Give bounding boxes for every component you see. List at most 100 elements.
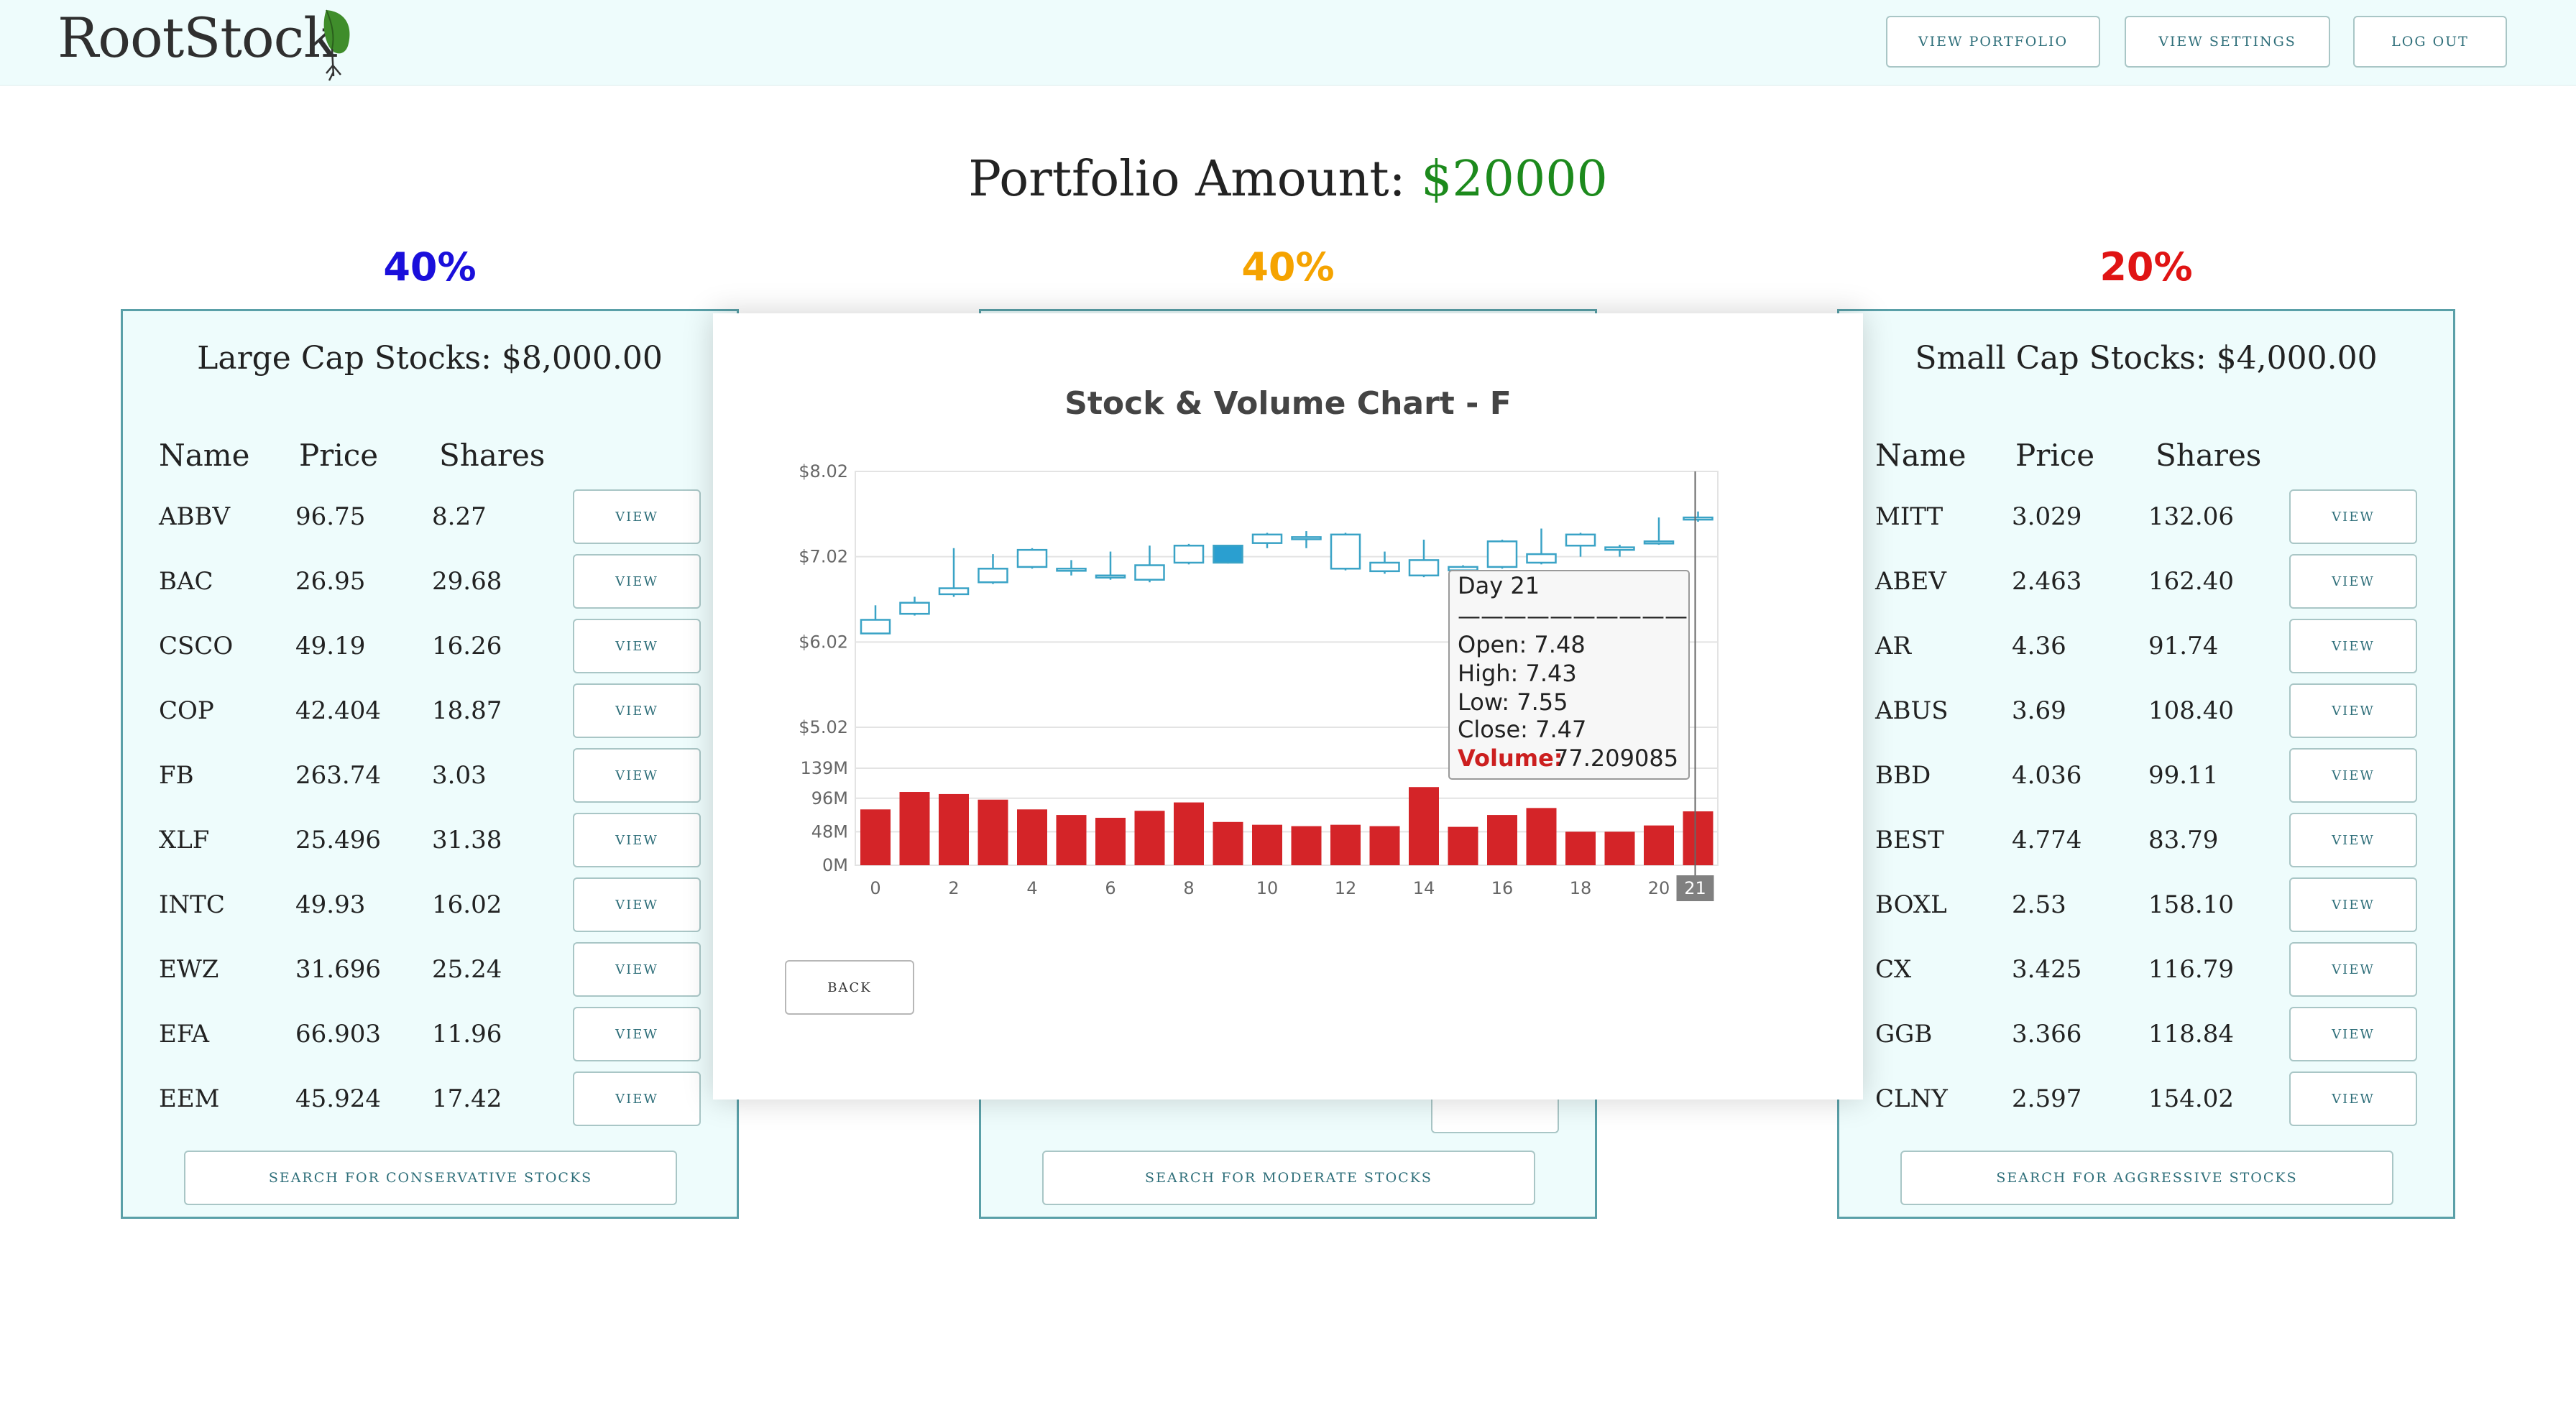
column-price: Price [2015, 438, 2095, 473]
mid-cap-allocation: 40% [1241, 244, 1335, 290]
stock-shares: 29.68 [432, 567, 502, 596]
candle-body [1604, 546, 1635, 551]
volume-bar [939, 793, 969, 865]
table-row: BEST 4.774 83.79 VIEW [1839, 813, 2453, 870]
view-button[interactable]: VIEW [573, 554, 701, 609]
candle-body [1213, 544, 1243, 564]
candle-body [1251, 533, 1283, 544]
candle-body [860, 619, 891, 635]
stock-price: 31.696 [295, 955, 381, 984]
leaf-logo-icon [323, 9, 350, 81]
stock-price: 3.029 [2012, 502, 2082, 531]
view-button[interactable]: VIEW [573, 748, 701, 803]
view-button[interactable]: VIEW [2289, 877, 2417, 932]
volume-tick-label: 96M [811, 788, 848, 808]
candle-body [899, 602, 930, 615]
volume-bar [899, 792, 930, 865]
candle-body [1408, 559, 1440, 577]
stock-name: AR [1875, 632, 1912, 660]
volume-tick-label: 48M [811, 821, 848, 842]
large-cap-allocation: 40% [383, 244, 477, 290]
candle-body [1369, 561, 1400, 573]
back-button[interactable]: BACK [785, 960, 914, 1015]
table-row: MITT 3.029 132.06 VIEW [1839, 489, 2453, 547]
table-row: ABBV 96.75 8.27 VIEW [123, 489, 737, 547]
logo-text[interactable]: RootStock [58, 6, 336, 70]
stock-name: ABUS [1875, 696, 1949, 725]
x-tick-label: 0 [870, 878, 880, 898]
candle-body [1683, 516, 1714, 521]
price-tick-label: $5.02 [799, 717, 848, 737]
view-portfolio-button[interactable]: VIEW PORTFOLIO [1886, 16, 2100, 68]
large-cap-panel: Large Cap Stocks: $8,000.00 Name Price S… [121, 309, 739, 1219]
view-button[interactable]: VIEW [573, 877, 701, 932]
stock-name: EEM [159, 1084, 220, 1113]
search-moderate-button[interactable]: SEARCH FOR MODERATE STOCKS [1042, 1151, 1535, 1205]
view-button[interactable]: VIEW [573, 1071, 701, 1126]
view-button[interactable]: VIEW [573, 619, 701, 673]
candle-body [1173, 544, 1205, 564]
price-tick-label: $8.02 [799, 461, 848, 481]
stock-price: 3.425 [2012, 955, 2082, 984]
stock-name: GGB [1875, 1020, 1933, 1048]
small-cap-title: Small Cap Stocks: $4,000.00 [1915, 340, 2378, 377]
view-button[interactable]: VIEW [573, 683, 701, 738]
stock-price: 263.74 [295, 761, 381, 790]
log-out-button[interactable]: LOG OUT [2353, 16, 2507, 68]
x-tick-label: 8 [1183, 878, 1194, 898]
stock-name: XLF [159, 826, 210, 854]
column-name: Name [1875, 438, 1966, 473]
candle-body [1486, 540, 1518, 568]
stock-shares: 17.42 [432, 1084, 502, 1113]
stock-shares: 8.27 [432, 502, 487, 531]
stock-price: 4.36 [2012, 632, 2066, 660]
stock-price: 4.774 [2012, 826, 2082, 854]
table-row: BBD 4.036 99.11 VIEW [1839, 748, 2453, 806]
stock-name: BBD [1875, 761, 1931, 790]
view-button[interactable]: VIEW [573, 942, 701, 997]
view-button[interactable]: VIEW [2289, 683, 2417, 738]
view-button[interactable]: VIEW [2289, 619, 2417, 673]
view-button[interactable]: VIEW [573, 1007, 701, 1061]
view-button[interactable]: VIEW [573, 813, 701, 867]
view-button[interactable]: VIEW [2289, 1007, 2417, 1061]
candle-body [1016, 548, 1048, 568]
view-button[interactable]: VIEW [2289, 942, 2417, 997]
portfolio-value: $20000 [1421, 151, 1608, 208]
stock-name: FB [159, 761, 194, 790]
candle-body [1526, 553, 1557, 564]
stock-price: 45.924 [295, 1084, 381, 1113]
tooltip-volume-value: 77.209085 [1554, 745, 1678, 772]
stock-price: 49.19 [295, 632, 366, 660]
volume-bar [1252, 824, 1282, 865]
view-button[interactable]: VIEW [2289, 489, 2417, 544]
view-button[interactable]: VIEW [2289, 813, 2417, 867]
stock-price: 3.366 [2012, 1020, 2082, 1048]
x-tick-label: 10 [1256, 878, 1279, 898]
stock-shares: 108.40 [2148, 696, 2234, 725]
volume-bar [1017, 809, 1047, 865]
stock-name: BAC [159, 567, 213, 596]
column-price: Price [299, 438, 379, 473]
table-row: ABUS 3.69 108.40 VIEW [1839, 683, 2453, 741]
view-button[interactable]: VIEW [2289, 1071, 2417, 1126]
stock-shares: 91.74 [2148, 632, 2219, 660]
stock-shares: 18.87 [432, 696, 502, 725]
tooltip-low: Low: 7.55 [1458, 688, 1568, 716]
view-button[interactable]: VIEW [2289, 748, 2417, 803]
view-button[interactable]: VIEW [573, 489, 701, 544]
volume-bar [1644, 825, 1674, 865]
view-settings-button[interactable]: VIEW SETTINGS [2125, 16, 2330, 68]
stock-price: 42.404 [295, 696, 381, 725]
view-button[interactable]: VIEW [2289, 554, 2417, 609]
volume-bar [1604, 831, 1635, 865]
stock-name: ABBV [159, 502, 231, 531]
stock-shares: 16.02 [432, 890, 502, 919]
search-aggressive-button[interactable]: SEARCH FOR AGGRESSIVE STOCKS [1900, 1151, 2393, 1205]
search-conservative-button[interactable]: SEARCH FOR CONSERVATIVE STOCKS [184, 1151, 677, 1205]
stock-price: 3.69 [2012, 696, 2066, 725]
table-row: COP 42.404 18.87 VIEW [123, 683, 737, 741]
table-row: EEM 45.924 17.42 VIEW [123, 1071, 737, 1129]
volume-bar [1487, 815, 1517, 865]
stock-price: 2.53 [2012, 890, 2066, 919]
